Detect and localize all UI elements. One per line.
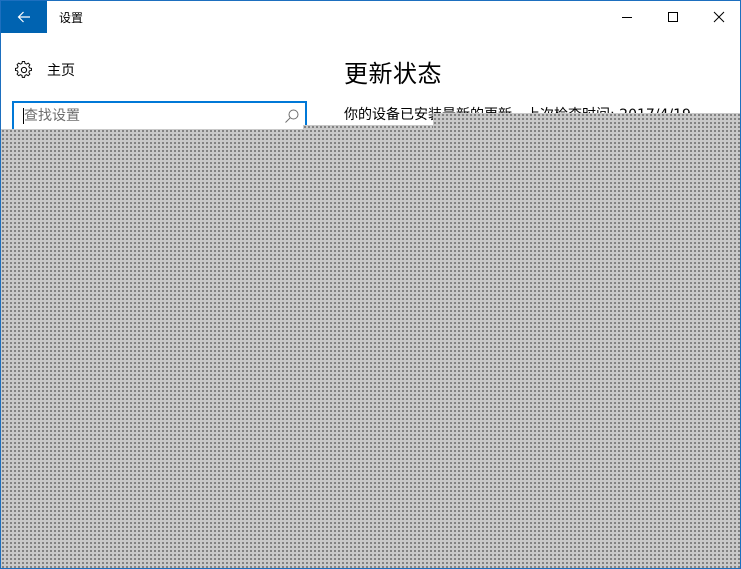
back-button[interactable] [1, 1, 47, 33]
search-icon[interactable] [284, 108, 300, 124]
close-button[interactable] [696, 1, 740, 33]
title-bar: 设置 [1, 1, 740, 33]
minimize-button[interactable] [604, 1, 650, 33]
maximize-button[interactable] [650, 1, 696, 33]
sidebar-item-label: 主页 [47, 63, 75, 79]
window-title: 设置 [59, 11, 84, 25]
search-input[interactable] [14, 103, 276, 129]
settings-window: 设置 主页 查找设置 更新状态 [0, 0, 741, 569]
maximize-icon [667, 8, 679, 27]
redaction-mask [1, 129, 740, 568]
sidebar-item-home[interactable]: 主页 [1, 53, 321, 87]
arrow-left-icon [16, 9, 32, 25]
gear-icon [14, 60, 34, 80]
redaction-mask [433, 113, 740, 129]
page-title: 更新状态 [344, 60, 442, 88]
search-box[interactable] [12, 101, 307, 131]
minimize-icon [621, 8, 633, 27]
close-icon [713, 8, 725, 27]
redaction-mask [303, 125, 433, 129]
text-caret [23, 108, 24, 124]
